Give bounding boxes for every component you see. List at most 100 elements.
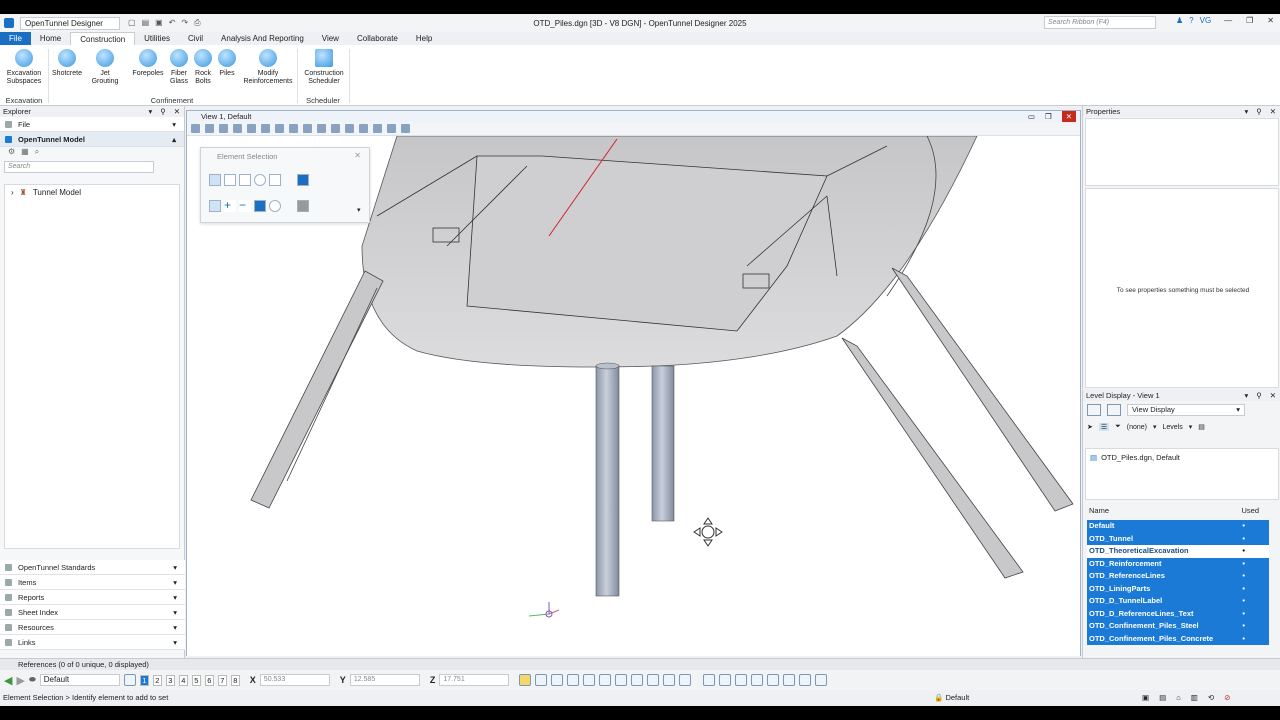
tab-home[interactable]: Home <box>31 32 70 45</box>
save-icon[interactable]: ▣ <box>155 18 163 28</box>
line-method-icon[interactable] <box>269 174 281 186</box>
explorer-section-opentunnel-model[interactable]: OpenTunnel Model ▴ <box>0 132 184 147</box>
tab-view[interactable]: View <box>313 32 348 45</box>
sync-icon[interactable]: ⟲ <box>1208 690 1214 706</box>
level-row[interactable]: OTD_ReferenceLines • <box>1087 570 1269 583</box>
cube-bottom-icon[interactable] <box>767 674 780 686</box>
construction-scheduler-button[interactable]: Construction Scheduler <box>300 49 348 86</box>
levels-select[interactable]: Levels <box>1163 424 1183 431</box>
view-1-toggle[interactable]: 1 <box>139 674 149 686</box>
level-row[interactable]: OTD_Reinforcement • <box>1087 557 1269 570</box>
expand-icon[interactable]: › <box>11 188 14 197</box>
level-row[interactable]: OTD_Tunnel • <box>1087 532 1269 545</box>
y-coordinate-field[interactable]: 12.585 <box>349 674 420 686</box>
settings-icon[interactable] <box>599 674 612 686</box>
close-icon[interactable]: ✕ <box>1061 111 1076 122</box>
z-coordinate-field[interactable]: 17.751 <box>439 674 510 686</box>
select-all-icon[interactable] <box>269 200 281 212</box>
level-row[interactable]: OTD_TheoreticalExcavation • <box>1087 545 1269 558</box>
fiber-glass-button[interactable]: Fiber Glass <box>168 49 190 86</box>
tab-help[interactable]: Help <box>407 32 441 45</box>
chevron-down-icon[interactable]: ▾ <box>1244 106 1248 117</box>
invert-mode-icon[interactable] <box>254 200 266 212</box>
filter-icon[interactable]: ⏷ <box>1115 423 1121 431</box>
arc-icon[interactable] <box>615 674 628 686</box>
tab-file[interactable]: File <box>0 32 31 45</box>
x-coordinate-field[interactable]: 50.533 <box>259 674 330 686</box>
tab-utilities[interactable]: Utilities <box>135 32 179 45</box>
forepoles-button[interactable]: Forepoles <box>130 49 166 78</box>
zoom-in-icon[interactable] <box>261 124 270 133</box>
print-icon[interactable]: ⎙ <box>194 18 200 28</box>
view-attributes-icon[interactable] <box>191 124 200 133</box>
individual-method-icon[interactable] <box>209 174 221 186</box>
cube-top-icon[interactable] <box>703 674 716 686</box>
design-history-icon[interactable]: ▤ <box>1159 690 1166 706</box>
pin-icon[interactable]: ⚲ <box>160 106 166 117</box>
view-4-toggle[interactable]: 4 <box>178 674 188 686</box>
subtract-mode-icon[interactable]: − <box>239 199 251 212</box>
update-view-icon[interactable] <box>247 124 256 133</box>
maximize-icon[interactable]: ❐ <box>1246 16 1253 25</box>
level-manager-icon[interactable]: ▤ <box>1198 423 1205 431</box>
view-8-toggle[interactable]: 8 <box>230 674 240 686</box>
explorer-section-resources[interactable]: Resources ▾ <box>0 620 185 635</box>
clip-volume-icon[interactable] <box>387 124 396 133</box>
display-mode-icon[interactable] <box>1107 404 1121 416</box>
walk-icon[interactable] <box>345 124 354 133</box>
file-entry[interactable]: ▤ OTD_Piles.dgn, Default <box>1090 453 1274 462</box>
level-row[interactable]: OTD_D_TunnelLabel • <box>1087 595 1269 608</box>
pan-view-icon[interactable] <box>331 124 340 133</box>
tab-construction[interactable]: Construction <box>70 32 136 45</box>
chevron-down-icon[interactable]: ▾ <box>1244 390 1248 401</box>
forward-icon[interactable]: ▶ <box>16 674 24 687</box>
pin-icon[interactable]: ⚲ <box>1256 106 1262 117</box>
close-icon[interactable]: ✕ <box>174 106 180 117</box>
circle-snap-icon[interactable] <box>583 674 596 686</box>
minimize-icon[interactable]: ▭ <box>1028 111 1035 122</box>
view-5-toggle[interactable]: 5 <box>191 674 201 686</box>
active-level-indicator[interactable]: 🔒 Default <box>934 690 969 706</box>
pin-icon[interactable]: ⚲ <box>1256 390 1262 401</box>
explorer-search-input[interactable]: Search <box>4 161 154 173</box>
cube-iso-icon[interactable] <box>751 674 764 686</box>
line-snap-icon[interactable] <box>567 674 580 686</box>
view-selection-icon[interactable] <box>297 200 309 212</box>
filter-icon[interactable]: ▦ <box>21 147 29 159</box>
cube-back-icon[interactable] <box>783 674 796 686</box>
rock-bolts-button[interactable]: Rock Bolts <box>192 49 214 86</box>
expand-dialog-icon[interactable]: ▾ <box>357 206 361 214</box>
render-icon[interactable] <box>219 124 228 133</box>
level-row[interactable]: OTD_LiningParts • <box>1087 582 1269 595</box>
undo-icon[interactable]: ↶ <box>169 18 176 28</box>
shape-method-icon[interactable] <box>239 174 251 186</box>
workflow-selector[interactable]: OpenTunnel Designer <box>20 16 120 30</box>
explorer-section-links[interactable]: Links ▾ <box>0 635 185 650</box>
new-file-icon[interactable]: ▢ <box>128 18 136 28</box>
pointer-icon[interactable]: ➤ <box>1087 423 1093 431</box>
snap-lock-icon[interactable] <box>519 674 532 686</box>
explorer-section-items[interactable]: Items ▾ <box>0 575 185 590</box>
shotcrete-button[interactable]: Shotcrete <box>50 49 84 78</box>
pile-vertical-back[interactable] <box>651 365 675 522</box>
help-icon[interactable]: ? <box>1189 16 1193 25</box>
clear-selection-icon[interactable] <box>297 174 309 186</box>
restore-icon[interactable]: ❐ <box>1045 111 1052 122</box>
explorer-section-sheet-index[interactable]: Sheet Index ▾ <box>0 605 185 620</box>
view-next-icon[interactable] <box>373 124 382 133</box>
user-avatar[interactable]: VG <box>1200 16 1212 25</box>
explorer-section-file[interactable]: File ▾ <box>0 117 184 132</box>
views-icon[interactable] <box>123 674 136 686</box>
fit-view-icon[interactable] <box>303 124 312 133</box>
explorer-section-opentunnel-standards[interactable]: OpenTunnel Standards ▾ <box>0 560 185 575</box>
jet-grouting-button[interactable]: Jet Grouting <box>88 49 122 86</box>
open-file-icon[interactable]: ▤ <box>142 18 150 28</box>
explorer-section-reports[interactable]: Reports ▾ <box>0 590 185 605</box>
tree-node-tunnel-model[interactable]: › ♜ Tunnel Model <box>5 185 179 200</box>
lock-icon[interactable]: 🔒 <box>934 693 943 702</box>
column-header-used[interactable]: Used <box>1241 506 1259 518</box>
tab-civil[interactable]: Civil <box>179 32 212 45</box>
locate-icon[interactable] <box>233 124 242 133</box>
fit-icon[interactable] <box>663 674 676 686</box>
notebook-icon[interactable]: ▥ <box>1191 690 1198 706</box>
